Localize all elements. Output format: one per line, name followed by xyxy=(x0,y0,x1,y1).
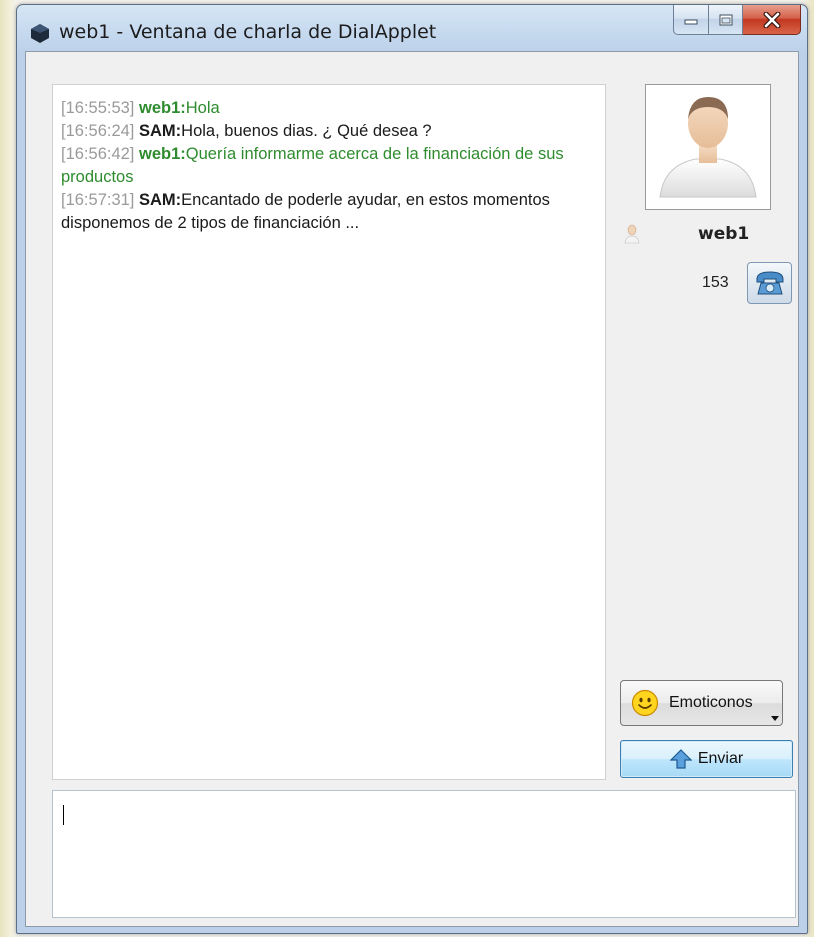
chat-window: web1 - Ventana de charla de DialApplet [… xyxy=(16,4,808,934)
message-sender: web1: xyxy=(139,145,186,163)
message-timestamp: [16:56:42] xyxy=(61,145,135,163)
window-client-area: [16:55:53] web1:Hola [16:56:24] SAM:Hola… xyxy=(25,51,799,927)
message-input[interactable] xyxy=(52,790,796,918)
message-sender: SAM: xyxy=(139,191,182,209)
arrow-up-icon xyxy=(669,749,692,769)
desktop-background-left xyxy=(0,0,16,937)
dropdown-arrow-icon xyxy=(771,716,779,721)
message-text: Encantado de poderle ayudar, en estos mo… xyxy=(61,191,550,232)
message-text: Quería informarme acerca de la financiac… xyxy=(61,145,564,186)
send-button[interactable]: Enviar xyxy=(620,740,793,778)
emoticons-button[interactable]: Emoticonos xyxy=(620,680,783,726)
close-icon xyxy=(763,11,780,28)
contact-avatar xyxy=(645,84,771,210)
minimize-icon xyxy=(684,19,698,24)
app-cube-icon xyxy=(31,24,49,43)
message-timestamp: [16:57:31] xyxy=(61,191,135,209)
telephone-icon xyxy=(756,271,783,295)
user-status-icon xyxy=(624,224,640,244)
window-title: web1 - Ventana de charla de DialApplet xyxy=(59,21,437,43)
maximize-icon xyxy=(719,14,732,25)
smiley-icon xyxy=(631,689,659,717)
chat-message: [16:57:31] SAM:Encantado de poderle ayud… xyxy=(61,189,601,235)
contact-name: web1 xyxy=(698,224,750,244)
chat-message: [16:56:42] web1:Quería informarme acerca… xyxy=(61,143,601,189)
chat-history[interactable]: [16:55:53] web1:Hola [16:56:24] SAM:Hola… xyxy=(52,84,606,780)
message-sender: web1: xyxy=(139,99,186,117)
message-timestamp: [16:56:24] xyxy=(61,122,135,140)
user-avatar-icon xyxy=(659,97,757,198)
chat-message: [16:56:24] SAM:Hola, buenos dias. ¿ Qué … xyxy=(61,120,601,143)
message-timestamp: [16:55:53] xyxy=(61,99,135,117)
message-sender: SAM: xyxy=(139,122,182,140)
window-controls xyxy=(673,5,801,35)
send-label: Enviar xyxy=(697,750,744,767)
call-button[interactable] xyxy=(747,262,792,304)
message-list: [16:55:53] web1:Hola [16:56:24] SAM:Hola… xyxy=(61,97,601,235)
minimize-button[interactable] xyxy=(673,5,709,35)
chat-message: [16:55:53] web1:Hola xyxy=(61,97,601,120)
text-caret xyxy=(63,805,64,825)
close-button[interactable] xyxy=(743,5,801,35)
message-text: Hola xyxy=(185,99,220,117)
maximize-button[interactable] xyxy=(709,5,743,35)
emoticons-label: Emoticonos xyxy=(669,694,753,711)
message-text: Hola, buenos dias. ¿ Qué desea ? xyxy=(181,122,432,140)
contact-extension: 153 xyxy=(702,274,729,291)
